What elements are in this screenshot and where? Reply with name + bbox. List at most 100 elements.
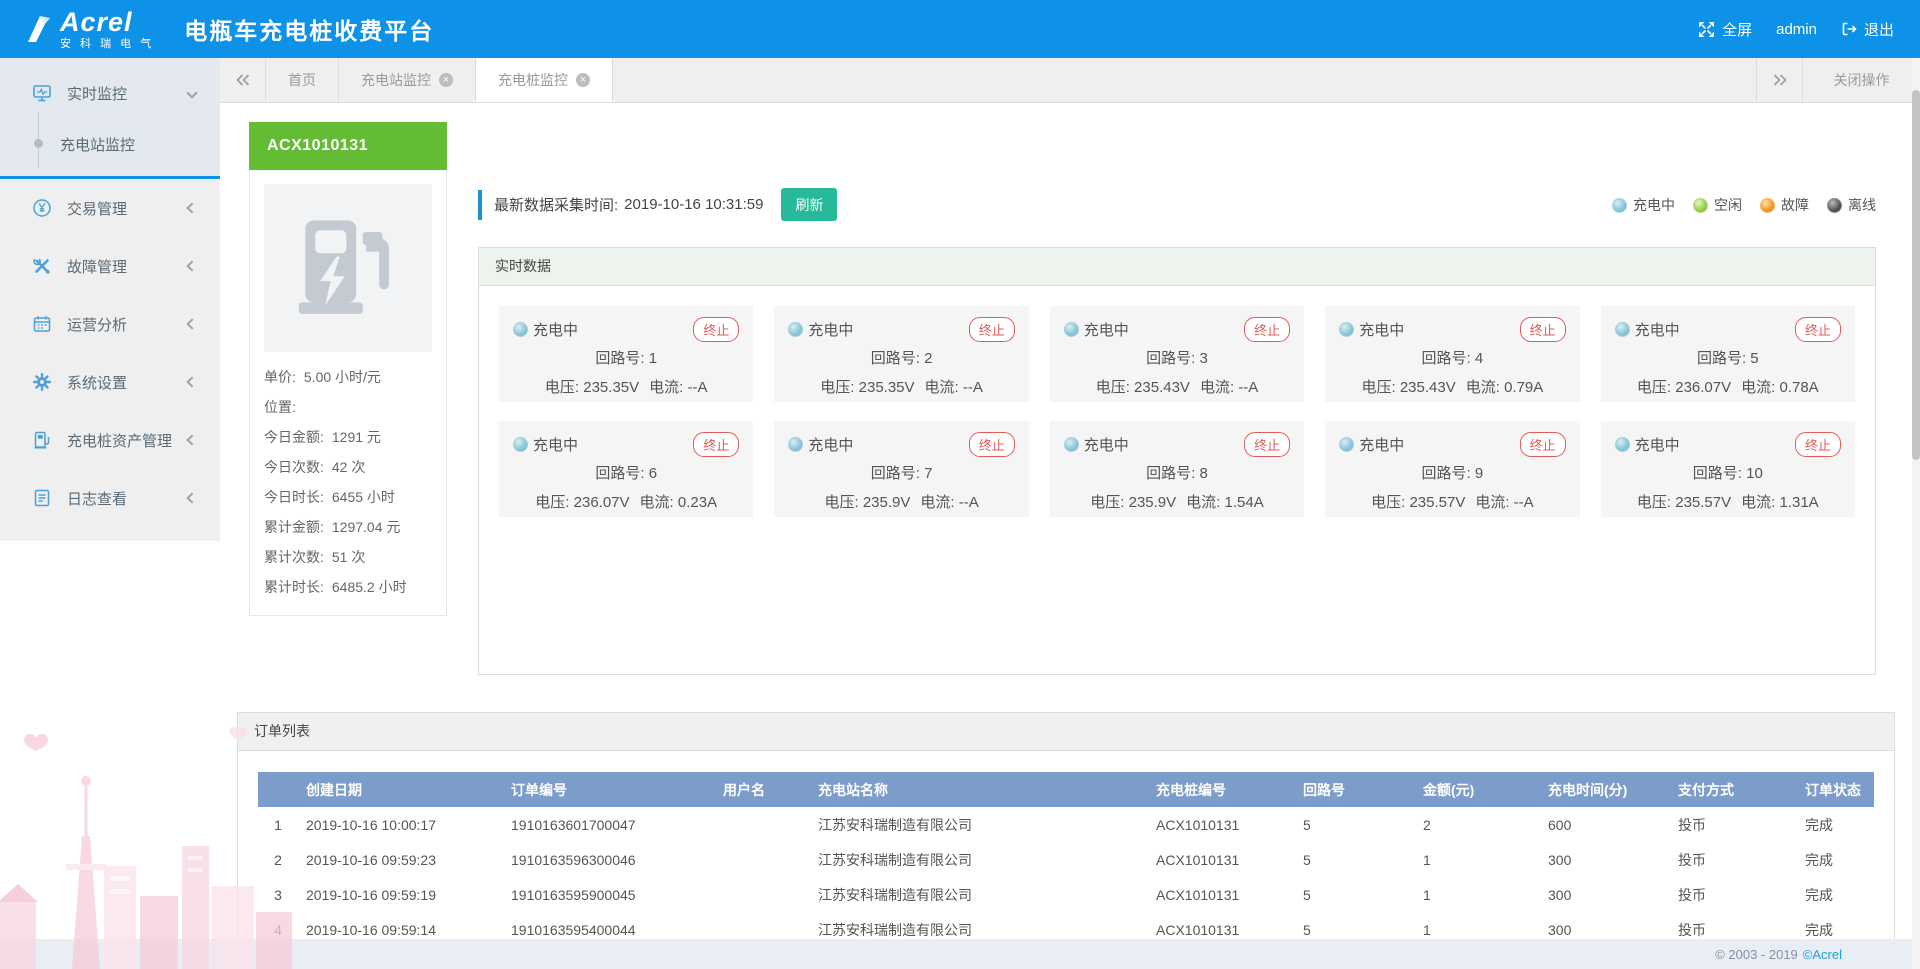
terminate-button[interactable]: 终止 — [969, 317, 1015, 342]
voltage-value: 236.07V — [574, 494, 630, 511]
stat-total-count: 累计次数: 51 次 — [264, 548, 432, 567]
terminate-button[interactable]: 终止 — [693, 432, 739, 457]
chevron-left-icon — [186, 202, 197, 213]
terminate-button[interactable]: 终止 — [1795, 317, 1841, 342]
table-row[interactable]: 2 2019-10-16 09:59:23 1910163596300046 江… — [258, 842, 1874, 877]
current-value: 1.31A — [1779, 494, 1818, 511]
sidebar-item-transactions[interactable]: 交易管理 — [0, 179, 220, 237]
scrollbar-thumb[interactable] — [1912, 90, 1920, 460]
tab-home[interactable]: 首页 — [266, 58, 339, 102]
cell-payment: 投币 — [1670, 877, 1797, 912]
tab-label: 首页 — [288, 70, 316, 90]
cell-station: 江苏安科瑞制造有限公司 — [810, 842, 1148, 877]
orders-panel: 订单列表 创建日期 订单编号 用户名 充电站名称 充电桩编号 — [237, 712, 1895, 969]
circuit-no: 2 — [924, 350, 932, 367]
sidebar-item-faults[interactable]: 故障管理 — [0, 237, 220, 295]
sidebar-item-analysis[interactable]: 运营分析 — [0, 295, 220, 353]
tab-station-monitor[interactable]: 充电站监控 × — [339, 58, 476, 102]
circuit-card-grid: 充电中终止 回路号: 1 电压: 235.35V电流: --A 充电中终止 回路… — [479, 286, 1875, 537]
collect-time-row: 最新数据采集时间: 2019-10-16 10:31:59 刷新 — [478, 188, 837, 221]
app-header: Acrel 安 科 瑞 电 气 电瓶车充电桩收费平台 全屏 admin 退出 — [0, 0, 1920, 58]
stat-label: 今日金额: — [264, 428, 324, 447]
tabs-scroll-left-button[interactable] — [220, 58, 266, 102]
status-label: 充电中 — [1084, 434, 1129, 455]
status-label: 充电中 — [808, 434, 853, 455]
legend-fault: 故障 — [1760, 195, 1809, 215]
username: admin — [1776, 21, 1817, 38]
circuit-label: 回路号: — [1146, 465, 1195, 482]
current-label: 电流: — [1741, 494, 1775, 511]
table-row[interactable]: 1 2019-10-16 10:00:17 1910163601700047 江… — [258, 807, 1874, 842]
sidebar-item-station-monitor[interactable]: 充电站监控 — [0, 118, 220, 170]
card-status: 充电中 — [1064, 319, 1129, 340]
card-status: 充电中 — [513, 434, 578, 455]
offline-status-icon — [1827, 198, 1842, 213]
close-operations-button[interactable]: 关闭操作 — [1802, 58, 1920, 102]
copyright-text: © 2003 - 2019 — [1715, 947, 1798, 962]
terminate-button[interactable]: 终止 — [1795, 432, 1841, 457]
fullscreen-button[interactable]: 全屏 — [1698, 19, 1752, 40]
chevron-left-icon — [186, 260, 197, 271]
terminate-button[interactable]: 终止 — [1520, 317, 1566, 342]
circuit-card: 充电中终止 回路号: 5 电压: 236.07V电流: 0.78A — [1601, 306, 1855, 402]
device-body: 单价: 5.00 小时/元 位置: 今日金额: 1291 元 今日次数: 42 … — [249, 170, 447, 616]
footer-brand-link[interactable]: ©Acrel — [1803, 947, 1842, 962]
circuit-no: 3 — [1199, 350, 1207, 367]
terminate-button[interactable]: 终止 — [969, 432, 1015, 457]
charging-status-icon — [788, 322, 803, 337]
terminate-button[interactable]: 终止 — [1520, 432, 1566, 457]
cell-duration: 600 — [1540, 807, 1670, 842]
cell-station: 江苏安科瑞制造有限公司 — [810, 807, 1148, 842]
circuit-label: 回路号: — [871, 465, 920, 482]
chevron-down-icon — [186, 87, 197, 98]
card-status: 充电中 — [1339, 434, 1404, 455]
terminate-button[interactable]: 终止 — [1244, 432, 1290, 457]
stat-value: 51 次 — [332, 548, 365, 567]
device-panel: ACX1010131 单价: — [249, 122, 447, 616]
collect-time-label: 最新数据采集时间: — [494, 194, 618, 215]
cell-circuit: 5 — [1295, 807, 1415, 842]
stat-value: 1297.04 元 — [332, 518, 401, 537]
tab-pile-monitor[interactable]: 充电桩监控 × — [476, 58, 613, 102]
current-value: --A — [1238, 379, 1258, 396]
close-icon[interactable]: × — [439, 73, 453, 87]
refresh-button[interactable]: 刷新 — [781, 188, 837, 221]
stat-value: 6485.2 小时 — [332, 578, 407, 597]
voltage-label: 电压: — [824, 494, 858, 511]
sidebar-item-realtime-monitor[interactable]: 实时监控 — [0, 68, 220, 118]
page: ACX1010131 单价: — [220, 103, 1920, 969]
cell-circuit: 5 — [1295, 842, 1415, 877]
current-value: 0.23A — [678, 494, 717, 511]
collect-time-value: 2019-10-16 10:31:59 — [624, 196, 763, 213]
charging-status-icon — [1339, 322, 1354, 337]
cell-status: 完成 — [1797, 877, 1874, 912]
voltage-label: 电压: — [1637, 379, 1671, 396]
sidebar-item-pile-assets[interactable]: 充电桩资产管理 — [0, 411, 220, 469]
terminate-button[interactable]: 终止 — [1244, 317, 1290, 342]
user-menu[interactable]: admin — [1776, 21, 1817, 38]
col-header: 创建日期 — [298, 772, 503, 807]
table-row[interactable]: 3 2019-10-16 09:59:19 1910163595900045 江… — [258, 877, 1874, 912]
device-image-box — [264, 184, 432, 352]
status-label: 充电中 — [1635, 319, 1680, 340]
stat-today-duration: 今日时长: 6455 小时 — [264, 488, 432, 507]
sidebar-item-label: 故障管理 — [67, 256, 127, 277]
stat-value: 1291 元 — [332, 428, 381, 447]
status-label: 充电中 — [1359, 319, 1404, 340]
terminate-button[interactable]: 终止 — [693, 317, 739, 342]
col-header: 充电桩编号 — [1148, 772, 1295, 807]
tabs-scroll-right-button[interactable] — [1756, 58, 1802, 102]
fault-status-icon — [1760, 198, 1775, 213]
col-header: 充电时间(分) — [1540, 772, 1670, 807]
legend-label: 空闲 — [1714, 195, 1742, 215]
sidebar-item-logs[interactable]: 日志查看 — [0, 469, 220, 527]
sidebar-item-settings[interactable]: 系统设置 — [0, 353, 220, 411]
voltage-label: 电压: — [535, 494, 569, 511]
logout-button[interactable]: 退出 — [1841, 19, 1894, 40]
cell-payment: 投币 — [1670, 842, 1797, 877]
vertical-scrollbar[interactable] — [1912, 58, 1920, 969]
sidebar: 实时监控 充电站监控 交易管理 故障管理 运 — [0, 58, 220, 541]
current-label: 电流: — [649, 379, 683, 396]
close-icon[interactable]: × — [576, 73, 590, 87]
charging-status-icon — [1612, 198, 1627, 213]
